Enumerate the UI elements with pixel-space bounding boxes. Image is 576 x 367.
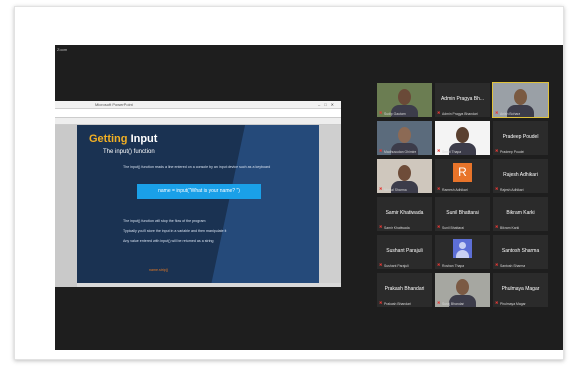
participant-gallery: ✖ Sudip Gautam Admin Pragya Bh... ✖ Admin Pr… <box>377 82 551 313</box>
mic-muted-icon: ✖ <box>495 300 499 305</box>
participant-tile[interactable]: Sunil Bhattarai ✖ Sunil Bhattarai <box>435 197 490 231</box>
participant-label: Nirmal Sharma <box>384 188 407 192</box>
participant-name: Bikram Karki <box>506 210 535 216</box>
participant-name: Admin Pragya Bh... <box>440 96 485 102</box>
slide-bullet: Any value entered with input() will be r… <box>123 239 214 243</box>
slide-note: name.strip() <box>149 268 169 272</box>
mic-muted-icon: ✖ <box>437 262 441 267</box>
mic-muted-icon: ✖ <box>495 262 499 267</box>
participant-label: Sudip Gautam <box>384 112 406 116</box>
participant-tile[interactable]: Samir Khatiwada ✖ Samir Khatiwada <box>377 197 432 231</box>
participant-name: Sushant Parajuli <box>386 248 423 254</box>
participant-label: Samir Khatiwada <box>384 226 410 230</box>
participant-tile[interactable]: ✖ Anish Bohara <box>492 82 549 118</box>
participant-label: Phulmaya Magar <box>500 302 526 306</box>
mic-muted-icon: ✖ <box>437 224 441 229</box>
mic-muted-icon: ✖ <box>379 110 383 115</box>
mic-muted-icon: ✖ <box>495 186 499 191</box>
participant-tile[interactable]: Prakash Bhandari ✖ Prakash Bhandari <box>377 273 432 307</box>
slide-bullet: The input() function reads a line entere… <box>123 165 271 169</box>
participant-name: Prakash Bhandari <box>384 286 425 292</box>
participant-label: Sunil Bhattarai <box>442 226 465 230</box>
participant-tile[interactable]: Bikram Karki ✖ Bikram Karki <box>493 197 548 231</box>
window-controls: –□✕ <box>318 102 338 107</box>
slide-title-highlight: Getting <box>89 133 128 145</box>
participant-label: Santosh Sharma <box>500 264 526 268</box>
participant-name: Pradeep Poudel <box>502 134 539 140</box>
ppt-toolbar <box>55 118 341 125</box>
participant-face <box>398 165 411 181</box>
slide-bullet: The input() function will stop the flow … <box>123 219 206 223</box>
participant-face <box>456 279 469 295</box>
participant-tile[interactable]: Sushant Parajuli ✖ Sushant Parajuli <box>377 235 432 269</box>
mic-muted-icon: ✖ <box>437 148 441 153</box>
slide-accent-shape <box>204 125 319 283</box>
participant-label: Roshan Thapa <box>442 264 465 268</box>
participant-tile[interactable]: ✖ Nirmal Sharma <box>377 159 432 193</box>
participant-label: Bikram Karki <box>500 226 520 230</box>
meeting-window: Zoom Microsoft PowerPoint –□✕ Getting In… <box>55 45 563 350</box>
mic-muted-icon: ✖ <box>379 262 383 267</box>
mic-muted-icon: ✖ <box>437 110 441 115</box>
ppt-title: Microsoft PowerPoint <box>95 102 133 107</box>
ppt-ribbon <box>55 109 341 122</box>
participant-label: Smriti Thapa <box>442 150 462 154</box>
ppt-titlebar: Microsoft PowerPoint –□✕ <box>55 101 341 109</box>
participant-label: Prakash Bhandari <box>384 302 411 306</box>
participant-label: Ramesh Adhikari <box>442 188 468 192</box>
slide-subtitle: The input() function <box>103 149 155 155</box>
participant-tile[interactable]: Phulmaya Magar ✖ Phulmaya Magar <box>493 273 548 307</box>
participant-label: Madhusudan Ghimire <box>384 150 417 154</box>
code-box: name = input("What is your name? ") <box>137 184 261 199</box>
slide-title: Getting Input <box>89 133 157 145</box>
slide-thumbnails <box>55 125 77 287</box>
shared-screen[interactable]: Microsoft PowerPoint –□✕ Getting Input T… <box>55 101 341 287</box>
participant-name: Rajesh Adhikari <box>503 172 538 178</box>
participant-tile[interactable]: ✖ Madhusudan Ghimire <box>377 121 432 155</box>
window-label: Zoom <box>57 47 68 52</box>
participant-tile[interactable]: Admin Pragya Bh... ✖ Admin Pragya Bhandari <box>435 83 490 117</box>
participant-name: Santosh Sharma <box>501 248 540 254</box>
participant-label: Suraj Bhandari <box>442 302 465 306</box>
mic-muted-icon: ✖ <box>437 186 441 191</box>
participant-tile[interactable]: Rajesh Adhikari ✖ Rajesh Adhikari <box>493 159 548 193</box>
mic-muted-icon: ✖ <box>495 224 499 229</box>
participant-tile[interactable]: Pradeep Poudel ✖ Pradeep Poudel <box>493 121 548 155</box>
slide-title-rest: Input <box>130 133 158 145</box>
mic-muted-icon: ✖ <box>379 148 383 153</box>
participant-tile[interactable]: ✖ Smriti Thapa <box>435 121 490 155</box>
person-icon <box>453 239 472 258</box>
participant-face <box>398 127 411 143</box>
mic-muted-icon: ✖ <box>437 300 441 305</box>
participant-tile[interactable]: ✖ Roshan Thapa <box>435 235 490 269</box>
participant-label: Pradeep Poudel <box>500 150 525 154</box>
participant-label: Admin Pragya Bhandari <box>442 112 478 116</box>
participant-label: Anish Bohara <box>500 112 521 116</box>
slide: Getting Input The input() function The i… <box>77 125 319 283</box>
participant-tile[interactable]: Santosh Sharma ✖ Santosh Sharma <box>493 235 548 269</box>
mic-muted-icon: ✖ <box>379 186 383 191</box>
mic-muted-icon: ✖ <box>379 300 383 305</box>
participant-face <box>514 89 527 105</box>
slide-bullet: Typically you'll store the input in a va… <box>123 229 227 233</box>
ppt-notes-pane <box>319 125 341 283</box>
participant-face <box>456 127 469 143</box>
participant-label: Sushant Parajuli <box>384 264 409 268</box>
participant-name: Samir Khatiwada <box>385 210 424 216</box>
screenshot-frame: Zoom Microsoft PowerPoint –□✕ Getting In… <box>14 6 564 360</box>
participant-face <box>398 89 411 105</box>
mic-muted-icon: ✖ <box>495 148 499 153</box>
participant-avatar: R <box>453 163 472 182</box>
participant-name: Sunil Bhattarai <box>446 210 479 216</box>
mic-muted-icon: ✖ <box>379 224 383 229</box>
participant-tile[interactable]: R ✖ Ramesh Adhikari <box>435 159 490 193</box>
participant-tile[interactable]: ✖ Sudip Gautam <box>377 83 432 117</box>
participant-label: Rajesh Adhikari <box>500 188 524 192</box>
participant-tile[interactable]: ✖ Suraj Bhandari <box>435 273 490 307</box>
participant-name: Phulmaya Magar <box>501 286 540 292</box>
mic-muted-icon: ✖ <box>495 110 499 115</box>
